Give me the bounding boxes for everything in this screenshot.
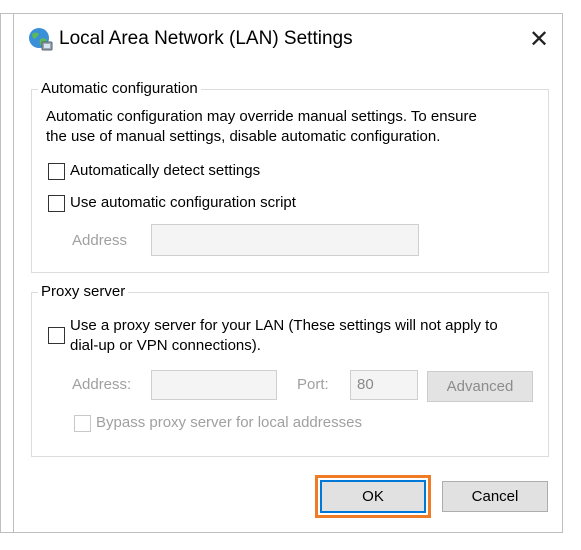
use-proxy-label-line1[interactable]: Use a proxy server for your LAN (These s… <box>70 316 498 336</box>
use-proxy-checkbox[interactable] <box>48 327 65 344</box>
group-legend-proxy: Proxy server <box>38 282 129 302</box>
cancel-button[interactable]: Cancel <box>442 481 548 512</box>
bypass-local-checkbox[interactable] <box>74 415 91 432</box>
auto-script-checkbox[interactable] <box>48 195 65 212</box>
proxy-address-input[interactable] <box>151 370 277 400</box>
close-button[interactable]: ✕ <box>522 22 556 56</box>
auto-detect-checkbox[interactable] <box>48 163 65 180</box>
proxy-port-label: Port: <box>297 376 329 393</box>
window-title: Local Area Network (LAN) Settings <box>59 28 353 49</box>
close-icon: ✕ <box>528 25 550 53</box>
globe-network-icon <box>29 28 53 51</box>
auto-config-description-line2: the use of manual settings, disable auto… <box>46 128 441 145</box>
auto-script-label[interactable]: Use automatic configuration script <box>70 193 296 213</box>
group-legend-automatic: Automatic configuration <box>38 79 201 99</box>
use-proxy-label-line2[interactable]: dial-up or VPN connections). <box>70 336 261 356</box>
title-bar[interactable]: Local Area Network (LAN) Settings ✕ <box>14 14 562 64</box>
auto-config-description-line1: Automatic configuration may override man… <box>46 108 477 125</box>
auto-detect-label[interactable]: Automatically detect settings <box>70 161 260 181</box>
script-address-label: Address <box>72 232 128 249</box>
script-address-input[interactable] <box>151 224 419 256</box>
ok-button[interactable]: OK <box>320 480 426 513</box>
proxy-port-input[interactable]: 80 <box>350 370 418 400</box>
advanced-button[interactable]: Advanced <box>427 371 533 402</box>
bypass-local-label[interactable]: Bypass proxy server for local addresses <box>96 413 362 433</box>
proxy-address-label: Address: <box>72 376 132 393</box>
